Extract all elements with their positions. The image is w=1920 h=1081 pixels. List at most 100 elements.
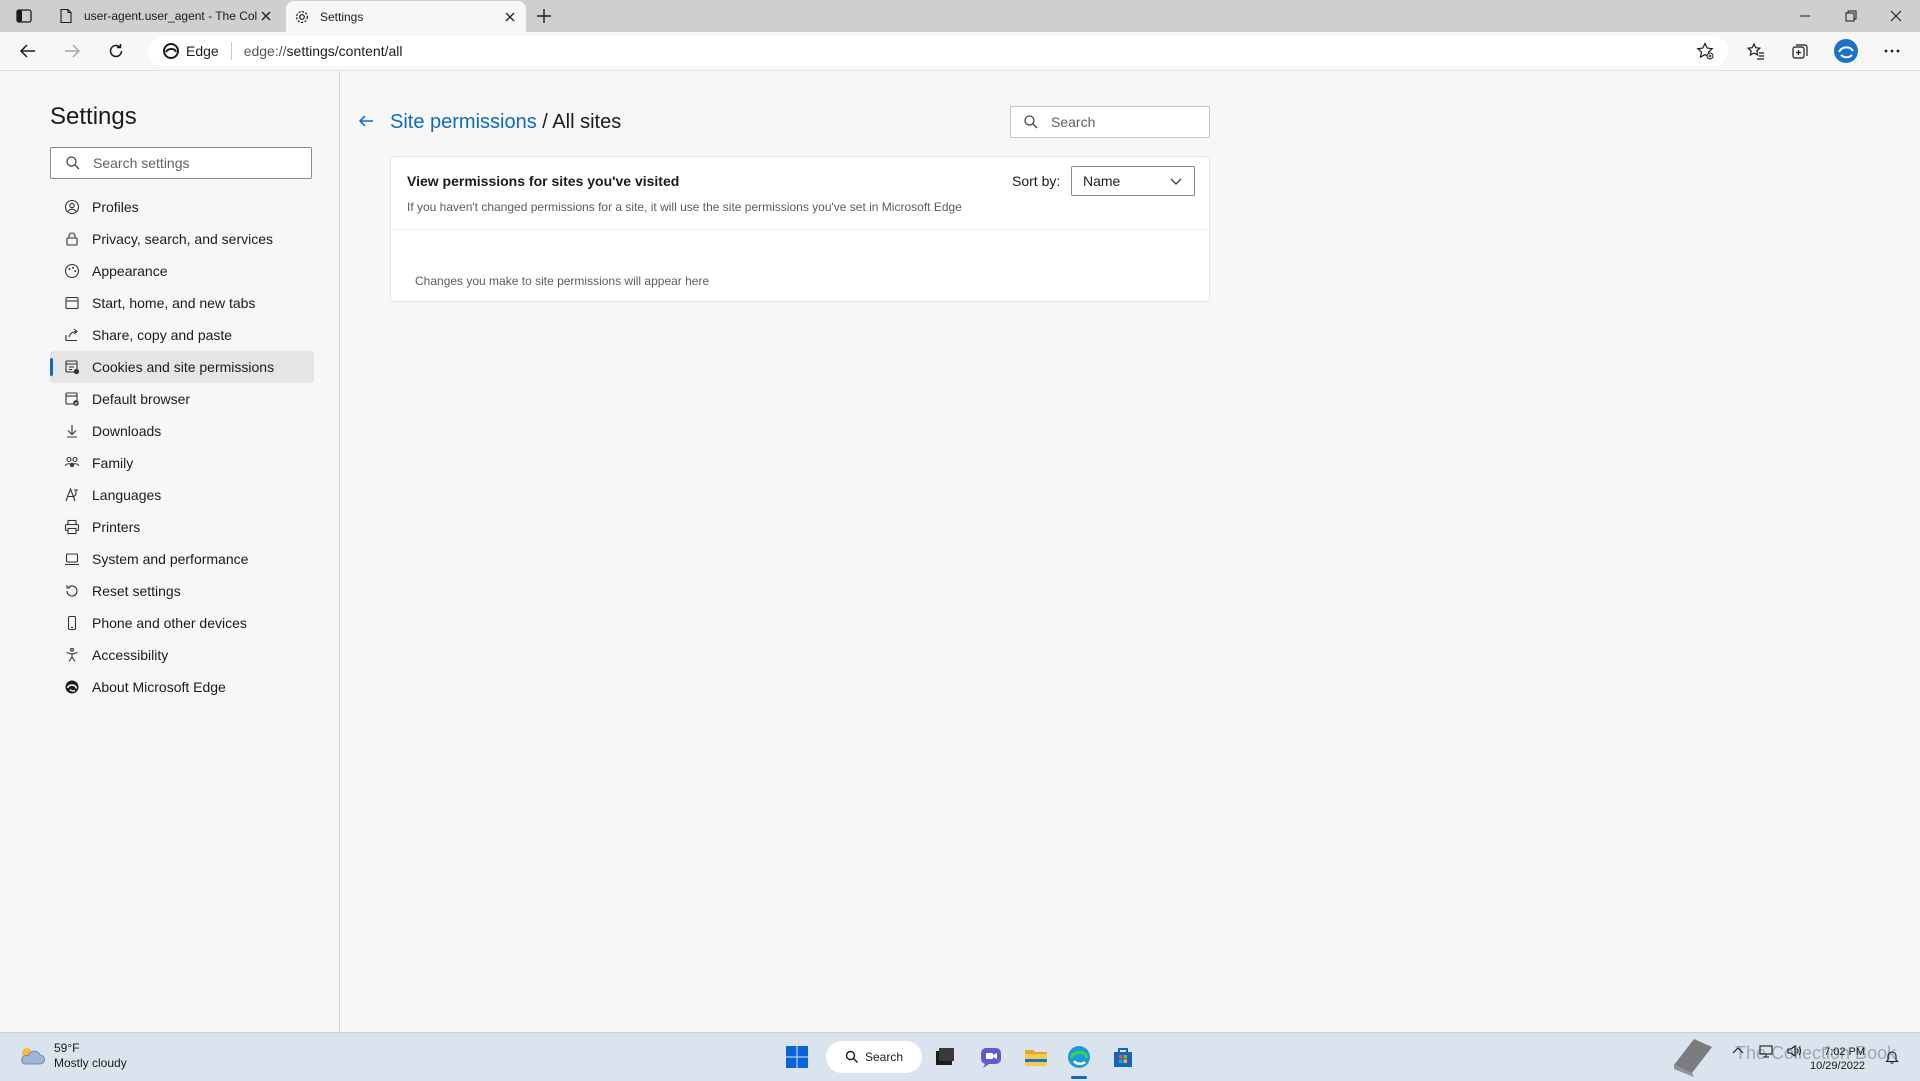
sidebar-item-appearance[interactable]: Appearance [50,255,314,287]
laptop-icon [64,551,80,567]
sidebar-item-languages[interactable]: Languages [50,479,314,511]
collections-icon[interactable] [1790,41,1810,61]
new-tab-icon[interactable] [534,6,554,26]
address-bar[interactable]: Edge edge://settings/content/all [148,36,1728,66]
weather-widget[interactable]: 59°F Mostly cloudy [16,1041,127,1071]
site-search-input[interactable] [1049,113,1203,131]
site-info-label[interactable]: Edge [186,43,219,59]
sidebar-item-start-home[interactable]: Start, home, and new tabs [50,287,314,319]
notification-icon[interactable] [1884,1049,1900,1065]
refresh-icon[interactable] [106,41,126,61]
windows-logo-icon [786,1046,808,1068]
tab-user-agent[interactable]: user-agent.user_agent - The Coll [50,0,282,32]
task-view-icon[interactable] [929,1041,961,1073]
sidebar-item-label: System and performance [92,551,249,567]
sidebar-item-default-browser[interactable]: Default browser [50,383,314,415]
card-title: View permissions for sites you've visite… [407,173,680,189]
back-arrow-icon[interactable] [356,111,376,131]
chevron-up-icon[interactable] [1730,1043,1746,1059]
add-favorite-icon[interactable] [1695,41,1715,61]
windows-taskbar: 59°F Mostly cloudy Search The Collection… [0,1032,1920,1081]
all-sites-card: View permissions for sites you've visite… [390,156,1210,302]
sidebar-item-label: Accessibility [92,647,169,663]
browser-icon [64,391,80,407]
printer-icon [64,519,80,535]
clock[interactable]: 7:02 PM 10/29/2022 [1810,1045,1865,1073]
profile-avatar-icon[interactable] [1833,38,1859,64]
sidebar-item-label: Languages [92,487,162,503]
sidebar-item-share[interactable]: Share, copy and paste [50,319,314,351]
url-text[interactable]: edge://settings/content/all [244,43,403,59]
start-button[interactable] [781,1041,813,1073]
accessibility-icon [64,647,80,663]
sidebar-item-family[interactable]: Family [50,447,314,479]
file-explorer-icon[interactable] [1020,1041,1052,1073]
active-app-indicator [1071,1076,1087,1079]
cloud-icon [16,1044,46,1068]
sort-by-value: Name [1083,173,1121,189]
taskbar-search-label: Search [864,1050,904,1064]
chat-icon[interactable] [975,1041,1007,1073]
page-title: All sites [552,111,622,133]
settings-sidebar: Settings Profiles Privacy, search, and s… [0,71,340,1032]
reset-icon [64,583,80,599]
sidebar-item-accessibility[interactable]: Accessibility [50,639,314,671]
sidebar-item-printers[interactable]: Printers [50,511,314,543]
sidebar-item-label: Reset settings [92,583,181,599]
close-tab-icon[interactable] [502,9,518,25]
sort-by-dropdown[interactable]: Name [1071,166,1195,196]
volume-icon[interactable] [1786,1043,1802,1059]
appearance-icon [64,263,80,279]
address-separator [230,42,232,60]
close-window-icon[interactable] [1888,8,1904,24]
settings-search-input[interactable] [91,154,295,172]
sidebar-item-cookies[interactable]: Cookies and site permissions [50,351,314,383]
search-icon [65,155,81,171]
cookies-icon [64,359,80,375]
more-menu-icon[interactable] [1882,41,1902,61]
sidebar-item-system[interactable]: System and performance [50,543,314,575]
close-tab-icon[interactable] [258,8,274,24]
system-tray [1730,1043,1802,1059]
site-search-box[interactable] [1010,106,1210,138]
download-icon [64,423,80,439]
taskbar-search-button[interactable]: Search [826,1041,922,1073]
chevron-down-icon [1168,173,1184,189]
edge-taskbar-icon[interactable] [1063,1041,1095,1073]
sidebar-item-about[interactable]: About Microsoft Edge [50,671,314,703]
breadcrumb-site-permissions-link[interactable]: Site permissions [390,111,537,133]
sidebar-item-downloads[interactable]: Downloads [50,415,314,447]
language-icon [64,487,80,503]
clock-time: 7:02 PM [1824,1046,1866,1058]
back-icon[interactable] [18,41,38,61]
sidebar-item-label: Profiles [92,199,139,215]
browser-toolbar: Edge edge://settings/content/all [0,32,1920,71]
sidebar-item-reset[interactable]: Reset settings [50,575,314,607]
minimize-icon[interactable] [1797,8,1813,24]
network-icon[interactable] [1758,1043,1774,1059]
favorites-icon[interactable] [1746,41,1766,61]
settings-search-box[interactable] [50,147,312,179]
restore-icon[interactable] [1843,8,1859,24]
settings-title: Settings [50,103,137,130]
sidebar-item-phone[interactable]: Phone and other devices [50,607,314,639]
weather-description: Mostly cloudy [54,1056,127,1070]
breadcrumb-separator: / [536,111,553,133]
sidebar-item-label: Cookies and site permissions [92,359,275,375]
sidebar-item-profiles[interactable]: Profiles [50,191,314,223]
tab-actions-icon[interactable] [14,7,34,25]
gear-icon [294,9,310,25]
search-icon [1023,114,1039,130]
page-icon [58,8,74,24]
sidebar-item-privacy[interactable]: Privacy, search, and services [50,223,314,255]
tab-title: user-agent.user_agent - The Coll [84,9,258,23]
tab-settings[interactable]: Settings [286,1,526,32]
edge-logo-icon [64,679,80,695]
share-icon [64,327,80,343]
settings-nav: Profiles Privacy, search, and services A… [50,191,314,703]
sidebar-item-label: Start, home, and new tabs [92,295,256,311]
forward-icon[interactable] [62,41,82,61]
empty-state-message: Changes you make to site permissions wil… [415,274,710,288]
card-description: If you haven't changed permissions for a… [407,200,962,214]
store-icon[interactable] [1107,1041,1139,1073]
